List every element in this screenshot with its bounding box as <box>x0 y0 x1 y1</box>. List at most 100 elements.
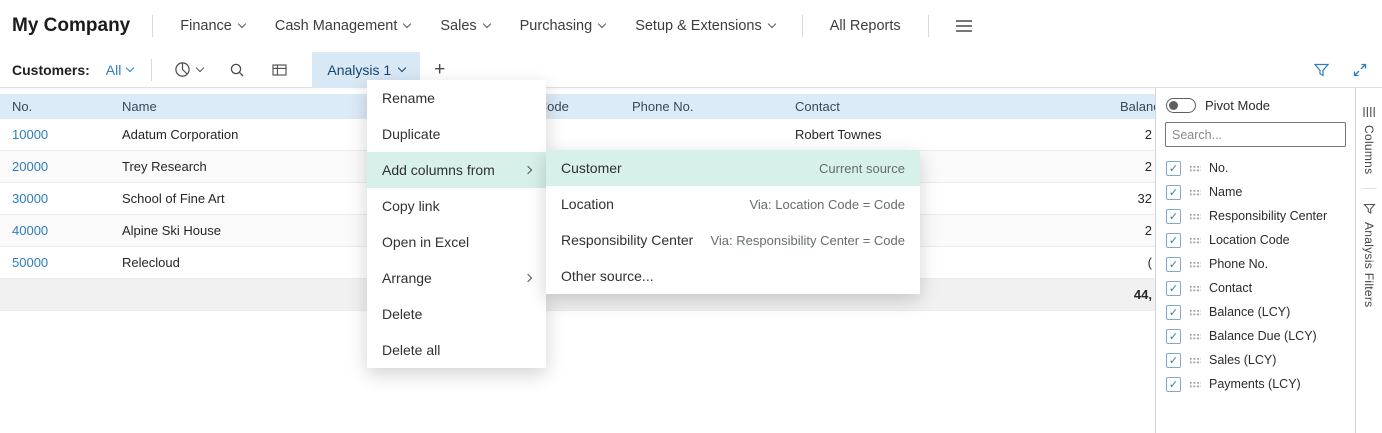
customer-no-link[interactable]: 20000 <box>0 159 110 174</box>
pivot-mode-toggle[interactable] <box>1166 98 1196 113</box>
drag-handle-icon[interactable] <box>1189 356 1201 364</box>
analysis-mode-button[interactable] <box>174 61 205 78</box>
expand-icon <box>1353 63 1367 76</box>
field-item-contact[interactable]: Contact <box>1156 276 1355 300</box>
balance-total: 44, <box>1133 287 1152 302</box>
edit-list-button[interactable] <box>271 62 288 78</box>
company-name[interactable]: My Company <box>12 15 130 37</box>
search-button[interactable] <box>229 62 245 78</box>
drag-handle-icon[interactable] <box>1189 380 1201 388</box>
nav-all-reports[interactable]: All Reports <box>830 18 901 34</box>
drag-handle-icon[interactable] <box>1189 284 1201 292</box>
balance-cell[interactable]: ( <box>1060 255 1155 270</box>
balance-cell[interactable]: 2 <box>1060 223 1155 238</box>
view-filter-all[interactable]: All <box>106 62 135 78</box>
customer-no-link[interactable]: 40000 <box>0 223 110 238</box>
balance-cell[interactable]: 2 <box>1060 127 1155 142</box>
customer-no-link[interactable]: 30000 <box>0 191 110 206</box>
expand-button[interactable] <box>1352 62 1368 78</box>
menu-item-label: Delete all <box>382 342 441 358</box>
checkbox-checked-icon[interactable] <box>1166 376 1181 392</box>
field-label: Balance Due (LCY) <box>1209 329 1317 343</box>
menu-item-arrange[interactable]: Arrange <box>367 260 546 296</box>
checkbox-checked-icon[interactable] <box>1166 352 1181 368</box>
field-label: Responsibility Center <box>1209 209 1328 223</box>
nav-finance[interactable]: Finance <box>180 18 247 34</box>
tab-columns[interactable]: Columns <box>1362 100 1376 180</box>
field-search-box <box>1165 122 1346 147</box>
submenu-item-location[interactable]: Location Via: Location Code = Code <box>546 186 920 222</box>
nav-label: Setup & Extensions <box>635 18 762 34</box>
checkbox-checked-icon[interactable] <box>1166 208 1181 224</box>
filter-button[interactable] <box>1313 62 1330 78</box>
list-toolbar: Customers: All Analysis 1 + <box>0 51 1382 88</box>
column-header-balance[interactable]: Balance (LCY) <box>1060 99 1155 114</box>
balance-cell[interactable]: 2 <box>1060 159 1155 174</box>
field-item-phone-no[interactable]: Phone No. <box>1156 252 1355 276</box>
table-header-row[interactable]: No. Name Location Code Phone No. Contact… <box>0 94 1155 119</box>
drag-handle-icon[interactable] <box>1189 164 1201 172</box>
drag-handle-icon[interactable] <box>1189 212 1201 220</box>
nav-setup-extensions[interactable]: Setup & Extensions <box>635 18 776 34</box>
customer-no-link[interactable]: 10000 <box>0 127 110 142</box>
menu-item-duplicate[interactable]: Duplicate <box>367 116 546 152</box>
field-item-sales-lcy[interactable]: Sales (LCY) <box>1156 348 1355 372</box>
drag-handle-icon[interactable] <box>1189 308 1201 316</box>
drag-handle-icon[interactable] <box>1189 236 1201 244</box>
checkbox-checked-icon[interactable] <box>1166 160 1181 176</box>
menu-item-label: Open in Excel <box>382 234 470 250</box>
chevron-right-icon <box>523 165 533 175</box>
chevron-down-icon <box>397 63 407 72</box>
menu-item-open-in-excel[interactable]: Open in Excel <box>367 224 546 260</box>
submenu-item-customer[interactable]: Customer Current source <box>546 150 920 186</box>
menu-item-label: Duplicate <box>382 126 441 142</box>
pivot-mode-label: Pivot Mode <box>1205 98 1271 113</box>
checkbox-checked-icon[interactable] <box>1166 232 1181 248</box>
field-item-balance-due-lcy[interactable]: Balance Due (LCY) <box>1156 324 1355 348</box>
tab-columns-label: Columns <box>1362 125 1376 175</box>
pivot-mode-row: Pivot Mode <box>1156 94 1355 122</box>
tab-analysis-filters[interactable]: Analysis Filters <box>1362 197 1376 313</box>
nav-divider <box>152 15 154 37</box>
submenu-item-other-source[interactable]: Other source... <box>546 258 920 294</box>
nav-purchasing[interactable]: Purchasing <box>520 18 607 34</box>
checkbox-checked-icon[interactable] <box>1166 256 1181 272</box>
menu-item-copy-link[interactable]: Copy link <box>367 188 546 224</box>
submenu-item-detail: Current source <box>819 160 905 176</box>
drag-handle-icon[interactable] <box>1189 188 1201 196</box>
field-item-location-code[interactable]: Location Code <box>1156 228 1355 252</box>
analysis-tab-context-menu: Rename Duplicate Add columns from Copy l… <box>367 80 546 368</box>
menu-icon[interactable] <box>955 19 973 33</box>
column-header-no[interactable]: No. <box>0 99 110 114</box>
checkbox-checked-icon[interactable] <box>1166 280 1181 296</box>
menu-item-add-columns-from[interactable]: Add columns from <box>367 152 546 188</box>
column-header-phone[interactable]: Phone No. <box>620 99 783 114</box>
customer-no-link[interactable]: 50000 <box>0 255 110 270</box>
field-item-responsibility-center[interactable]: Responsibility Center <box>1156 204 1355 228</box>
menu-item-label: Rename <box>382 90 435 106</box>
menu-item-delete[interactable]: Delete <box>367 296 546 332</box>
menu-item-delete-all[interactable]: Delete all <box>367 332 546 368</box>
submenu-item-detail: Via: Responsibility Center = Code <box>710 232 905 248</box>
checkbox-checked-icon[interactable] <box>1166 184 1181 200</box>
table-row[interactable]: 10000 Adatum Corporation Robert Townes 2 <box>0 119 1155 151</box>
drag-handle-icon[interactable] <box>1189 260 1201 268</box>
checkbox-checked-icon[interactable] <box>1166 304 1181 320</box>
column-header-contact[interactable]: Contact <box>783 99 1060 114</box>
checkbox-checked-icon[interactable] <box>1166 328 1181 344</box>
field-search-input[interactable] <box>1172 127 1339 142</box>
field-item-name[interactable]: Name <box>1156 180 1355 204</box>
field-item-balance-lcy[interactable]: Balance (LCY) <box>1156 300 1355 324</box>
add-analysis-tab-button[interactable]: + <box>434 60 445 79</box>
field-item-no[interactable]: No. <box>1156 156 1355 180</box>
field-item-payments-lcy[interactable]: Payments (LCY) <box>1156 372 1355 396</box>
balance-cell[interactable]: 32 <box>1060 191 1155 206</box>
edit-list-icon <box>272 63 287 76</box>
contact-cell[interactable]: Robert Townes <box>783 127 1060 142</box>
nav-cash-management[interactable]: Cash Management <box>275 18 412 34</box>
search-icon <box>231 63 244 76</box>
drag-handle-icon[interactable] <box>1189 332 1201 340</box>
menu-item-rename[interactable]: Rename <box>367 80 546 116</box>
submenu-item-responsibility-center[interactable]: Responsibility Center Via: Responsibilit… <box>546 222 920 258</box>
nav-sales[interactable]: Sales <box>440 18 491 34</box>
